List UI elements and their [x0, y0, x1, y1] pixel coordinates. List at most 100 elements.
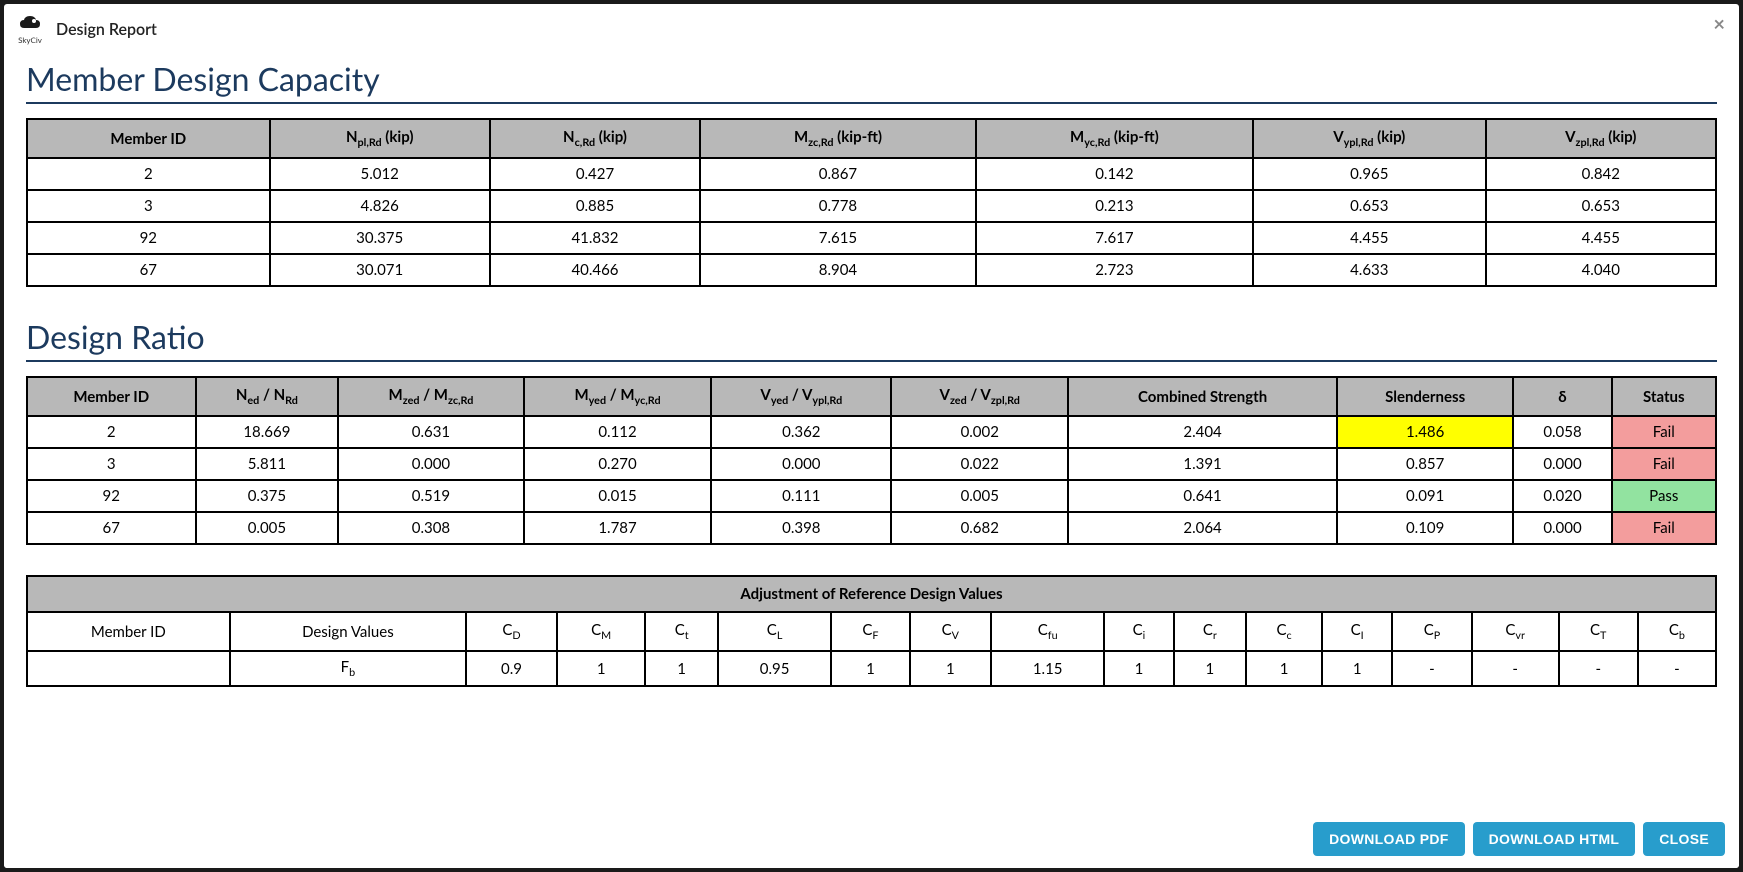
col-cI: CI [1322, 612, 1392, 651]
col-combined: Combined Strength [1068, 377, 1337, 416]
cell: 0.308 [338, 512, 523, 544]
col-cm: CM [557, 612, 645, 651]
cell: 0.111 [711, 480, 891, 512]
cell: 0.000 [1513, 448, 1611, 480]
col-ct: Ct [645, 612, 718, 651]
report-content[interactable]: Member Design Capacity Member ID Npl,Rd … [4, 53, 1739, 812]
cell: 30.375 [270, 222, 490, 254]
cell: - [1638, 651, 1716, 686]
cell: 0.000 [338, 448, 523, 480]
col-myed-mycrd: Myed / Myc,Rd [524, 377, 712, 416]
col-member-id: Member ID [27, 377, 196, 416]
col-cb: Cb [1638, 612, 1716, 651]
cell: 92 [27, 222, 270, 254]
cell: 0.653 [1486, 190, 1717, 222]
cell: - [1472, 651, 1559, 686]
cell: 0.002 [891, 416, 1068, 448]
col-cfu: Cfu [991, 612, 1104, 651]
col-mzed-mzcrd: Mzed / Mzc,Rd [338, 377, 523, 416]
cell: 18.669 [196, 416, 339, 448]
table-header-row: Member ID Ned / NRd Mzed / Mzc,Rd Myed /… [27, 377, 1716, 416]
cell: 40.466 [490, 254, 700, 286]
design-report-modal: SkyCiv Design Report × Member Design Cap… [4, 4, 1739, 868]
cell: - [1559, 651, 1638, 686]
cell: 1 [1322, 651, 1392, 686]
footer-actions: DOWNLOAD PDF DOWNLOAD HTML CLOSE [4, 812, 1739, 868]
download-pdf-button[interactable]: DOWNLOAD PDF [1313, 822, 1464, 856]
table-row: 920.3750.5190.0150.1110.0050.6410.0910.0… [27, 480, 1716, 512]
cell: 0.641 [1068, 480, 1337, 512]
cell: 0.631 [338, 416, 523, 448]
cloud-icon [18, 14, 42, 35]
capacity-table: Member ID Npl,Rd (kip) Nc,Rd (kip) Mzc,R… [26, 118, 1717, 287]
logo: SkyCiv [18, 14, 42, 45]
cell: 2.404 [1068, 416, 1337, 448]
cell: 1.486 [1337, 416, 1514, 448]
col-cf: CF [831, 612, 909, 651]
cell: 0.000 [711, 448, 891, 480]
col-npl-rd: Npl,Rd (kip) [270, 119, 490, 158]
table-row: 6730.07140.4668.9042.7234.6334.040 [27, 254, 1716, 286]
cell: 1 [557, 651, 645, 686]
cell: 7.615 [700, 222, 976, 254]
table-row: 9230.37541.8327.6157.6174.4554.455 [27, 222, 1716, 254]
cell: 1 [1246, 651, 1322, 686]
cell: 1 [910, 651, 991, 686]
cell: 4.040 [1486, 254, 1717, 286]
table-row: 25.0120.4270.8670.1420.9650.842 [27, 158, 1716, 190]
cell: 0.375 [196, 480, 339, 512]
cell: - [1392, 651, 1471, 686]
table-row: 670.0050.3081.7870.3980.6822.0640.1090.0… [27, 512, 1716, 544]
col-cd: CD [466, 612, 557, 651]
cell: 4.455 [1253, 222, 1485, 254]
col-vzed-vzplrd: Vzed / Vzpl,Rd [891, 377, 1068, 416]
cell: 2 [27, 416, 196, 448]
cell: 1.787 [524, 512, 712, 544]
cell: 0.653 [1253, 190, 1485, 222]
table-row: 218.6690.6310.1120.3620.0022.4041.4860.0… [27, 416, 1716, 448]
col-vyed-vyplrd: Vyed / Vypl,Rd [711, 377, 891, 416]
col-slenderness: Slenderness [1337, 377, 1514, 416]
col-member-id: Member ID [27, 119, 270, 158]
cell: 0.058 [1513, 416, 1611, 448]
close-icon[interactable]: × [1713, 12, 1725, 36]
modal-title: Design Report [56, 20, 157, 39]
cell: 0.142 [976, 158, 1253, 190]
table-header-row: Member ID Npl,Rd (kip) Nc,Rd (kip) Mzc,R… [27, 119, 1716, 158]
col-vzpl-rd: Vzpl,Rd (kip) [1486, 119, 1717, 158]
cell: 0.091 [1337, 480, 1514, 512]
cell: 0.005 [891, 480, 1068, 512]
table-header-row: Member ID Design Values CD CM Ct CL CF C… [27, 612, 1716, 651]
col-cvr: Cvr [1472, 612, 1559, 651]
col-member-id: Member ID [27, 612, 230, 651]
cell: 0.857 [1337, 448, 1514, 480]
col-cr: Cr [1174, 612, 1247, 651]
cell: 0.270 [524, 448, 712, 480]
cell: 0.000 [1513, 512, 1611, 544]
table-row: Fb0.9110.95111.151111---- [27, 651, 1716, 686]
download-html-button[interactable]: DOWNLOAD HTML [1473, 822, 1636, 856]
cell: 67 [27, 512, 196, 544]
cell: 0.109 [1337, 512, 1514, 544]
cell: 3 [27, 448, 196, 480]
cell: 1 [1104, 651, 1173, 686]
col-ned-nrd: Ned / NRd [196, 377, 339, 416]
cell: 30.071 [270, 254, 490, 286]
cell: 0.362 [711, 416, 891, 448]
modal-header: SkyCiv Design Report × [4, 4, 1739, 53]
cell: 0.778 [700, 190, 976, 222]
col-mzc-rd: Mzc,Rd (kip-ft) [700, 119, 976, 158]
col-delta: δ [1513, 377, 1611, 416]
cell: 0.867 [700, 158, 976, 190]
cell: 1.391 [1068, 448, 1337, 480]
cell: 0.842 [1486, 158, 1717, 190]
cell: 3 [27, 190, 270, 222]
cell: 0.95 [718, 651, 831, 686]
cell: Fb [230, 651, 466, 686]
cell: 5.811 [196, 448, 339, 480]
cell: 41.832 [490, 222, 700, 254]
cell: 0.015 [524, 480, 712, 512]
close-button[interactable]: CLOSE [1643, 822, 1725, 856]
logo-text: SkyCiv [18, 35, 42, 45]
cell: 0.427 [490, 158, 700, 190]
